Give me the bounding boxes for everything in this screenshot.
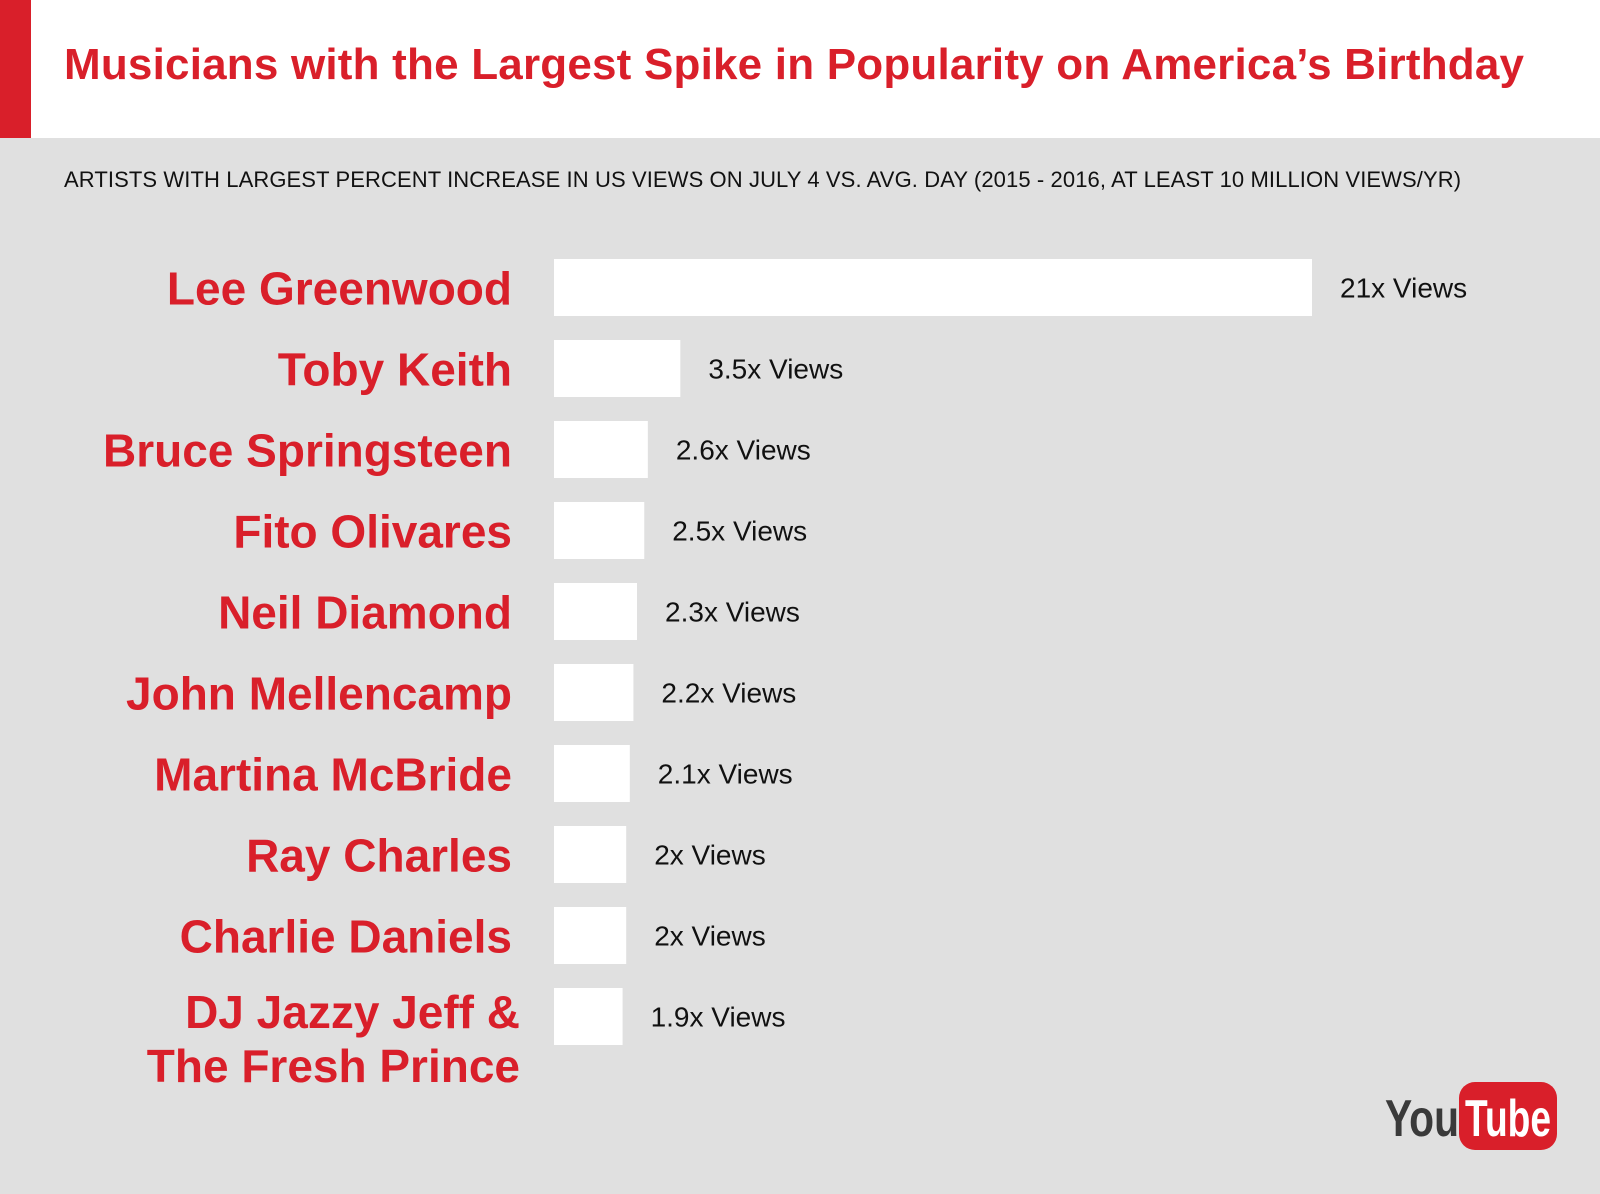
category-label: Neil Diamond: [218, 587, 512, 639]
category-label: Martina McBride: [154, 749, 512, 801]
bar: [554, 664, 634, 721]
data-label: 2.2x Views: [661, 678, 796, 709]
bar: [554, 259, 1312, 316]
data-label: 3.5x Views: [708, 354, 843, 385]
bar: [554, 340, 681, 397]
category-label: Ray Charles: [246, 830, 512, 882]
category-label: Toby Keith: [278, 344, 512, 396]
bar: [554, 583, 638, 640]
youtube-logo-tube: Tube: [1465, 1090, 1551, 1148]
youtube-logo-you: You: [1385, 1090, 1459, 1148]
data-label: 21x Views: [1340, 273, 1467, 304]
bar: [554, 826, 627, 883]
youtube-logo: You Tube: [1385, 1082, 1557, 1150]
data-label: 2x Views: [654, 921, 766, 952]
data-label: 2x Views: [654, 840, 766, 871]
data-label: 1.9x Views: [651, 1002, 786, 1033]
bar: [554, 421, 648, 478]
bar-chart: 21x Views Lee Greenwood 3.5x Views Toby Kei…: [103, 259, 1467, 1092]
data-label: 2.5x Views: [672, 516, 807, 547]
data-label: 2.6x Views: [676, 435, 811, 466]
category-label: DJ Jazzy Jeff & The Fresh Prince: [147, 986, 520, 1092]
data-label: 2.3x Views: [665, 597, 800, 628]
category-label: John Mellencamp: [126, 668, 512, 720]
category-label: Charlie Daniels: [180, 911, 512, 963]
data-label: 2.1x Views: [658, 759, 793, 790]
infographic: Musicians with the Largest Spike in Popu…: [0, 0, 1600, 1194]
bar: [554, 745, 630, 802]
bar: [554, 988, 623, 1045]
category-label: Fito Olivares: [233, 506, 512, 558]
category-label: Lee Greenwood: [167, 263, 512, 315]
bar: [554, 907, 627, 964]
category-label: Bruce Springsteen: [103, 425, 512, 477]
bar: [554, 502, 645, 559]
